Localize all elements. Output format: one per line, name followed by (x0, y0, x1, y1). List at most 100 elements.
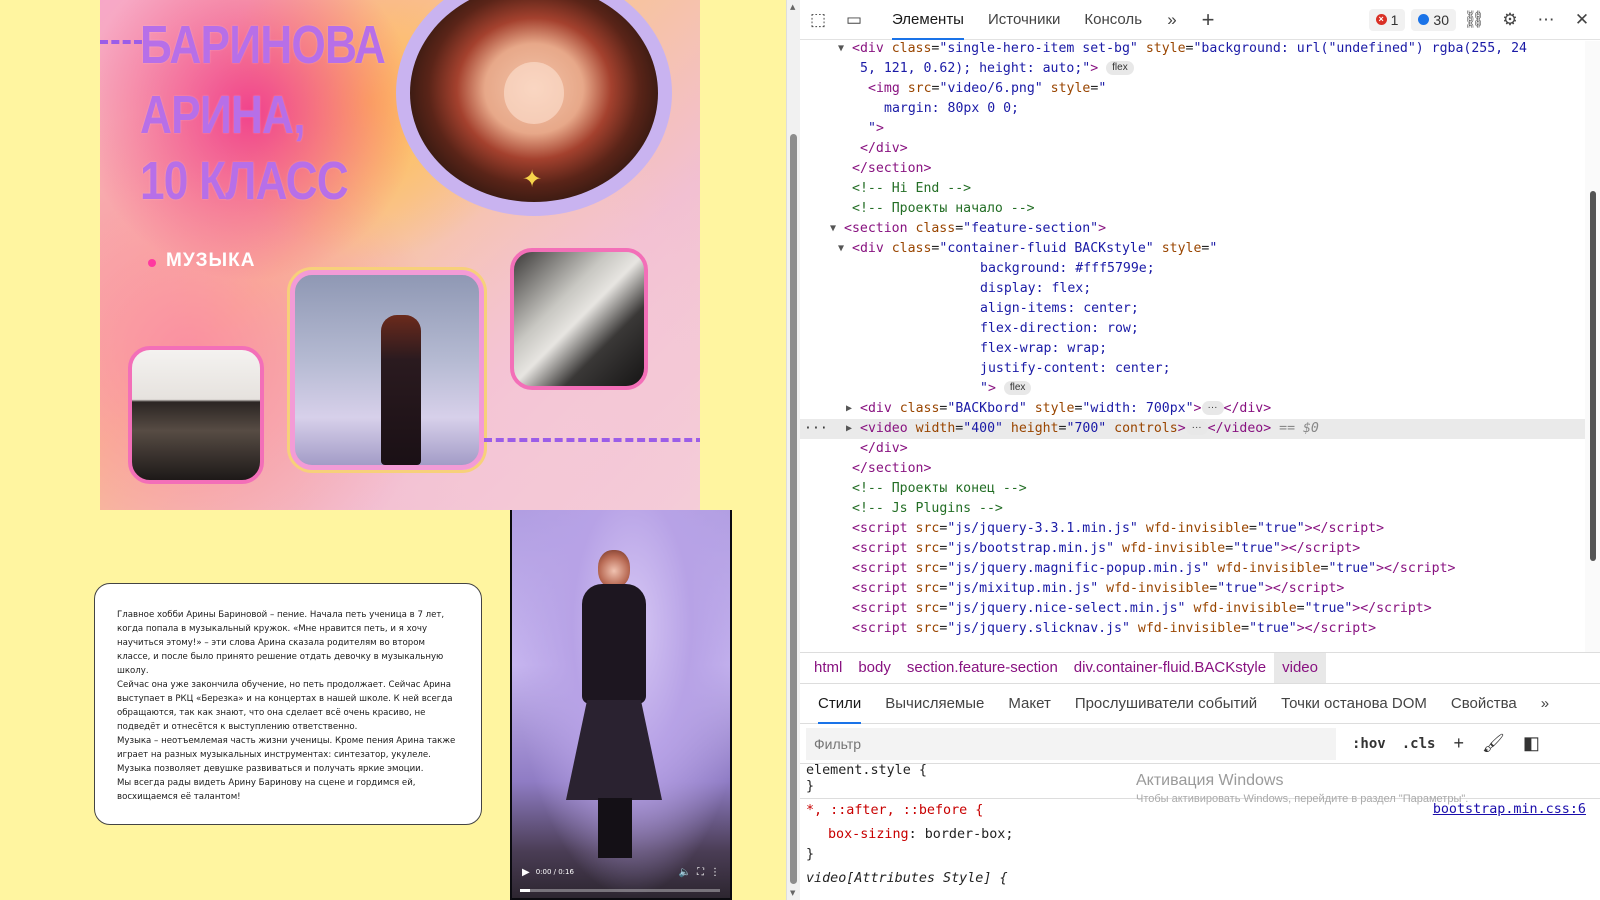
filter-input[interactable] (806, 727, 1336, 760)
dom-node[interactable]: <script src="js/bootstrap.min.js" wfd-in… (800, 539, 1585, 559)
photo-concert-hall (510, 248, 648, 390)
errors-count: 1 (1390, 11, 1399, 28)
styles-tabbar: Стили Вычисляемые Макет Прослушиватели с… (800, 684, 1600, 724)
dom-tree-scrollbar[interactable] (1585, 41, 1600, 652)
errors-badge[interactable]: × 1 (1368, 8, 1406, 31)
expand-toggle-icon[interactable]: ▶ (846, 419, 852, 439)
fullscreen-icon[interactable]: ⛶ (697, 867, 704, 878)
dom-node[interactable]: 5, 121, 0.62); height: auto;"> flex (800, 59, 1585, 79)
expand-toggle-icon[interactable]: ▼ (830, 219, 836, 239)
hov-toggle-button[interactable]: :hov (1352, 736, 1386, 752)
more-vertical-icon[interactable]: ⋮ (710, 867, 720, 878)
scroll-up-icon[interactable]: ▲ (790, 3, 795, 11)
dom-node[interactable]: </div> (800, 439, 1585, 459)
bullet-icon (148, 259, 156, 267)
expand-toggle-icon[interactable]: ▼ (838, 41, 844, 59)
breadcrumb-item[interactable]: body (850, 653, 899, 683)
dom-node[interactable]: <script src="js/jquery-3.3.1.min.js" wfd… (800, 519, 1585, 539)
breadcrumb-item[interactable]: section.feature-section (899, 653, 1066, 683)
cls-toggle-button[interactable]: .cls (1402, 736, 1436, 752)
universal-rule-selector[interactable]: *, ::after, ::before { (806, 800, 983, 822)
more-tabs-icon[interactable]: » (1529, 684, 1561, 724)
dom-node[interactable]: <!-- Проекты конец --> (800, 479, 1585, 499)
video-time: 0:00 / 0:16 (535, 868, 574, 876)
dom-node[interactable]: <!-- Js Plugins --> (800, 499, 1585, 519)
decorative-dash (100, 40, 142, 44)
dom-node[interactable]: ▼ <div class="single-hero-item set-bg" st… (800, 41, 1585, 59)
settings-gear-icon[interactable]: ⚙ (1492, 0, 1528, 40)
dom-node[interactable]: margin: 80px 0 0; (800, 99, 1585, 119)
dom-node[interactable]: <script src="js/jquery.magnific-popup.mi… (800, 559, 1585, 579)
add-tab-icon[interactable]: + (1190, 0, 1226, 40)
element-style-rule[interactable]: element.style { (806, 764, 927, 782)
more-menu-icon[interactable]: ⋯ (1528, 0, 1564, 40)
bio-paragraph: Главное хобби Арины Бариновой – пение. Н… (117, 610, 445, 676)
tab-console[interactable]: Консоль (1072, 0, 1154, 40)
dom-node[interactable]: ▼ <section class="feature-section"> (800, 219, 1585, 239)
dom-node[interactable]: "> flex (800, 379, 1585, 399)
attributes-style-rule[interactable]: video[Attributes Style] { (806, 868, 1008, 890)
network-conditions-icon[interactable]: ⛓ (1456, 0, 1492, 40)
video-player[interactable]: ▶ 0:00 / 0:16 🔈 ⛶ ⋮ (510, 510, 732, 900)
dom-node[interactable]: <img src="video/6.png" style=" (800, 79, 1585, 99)
tab-event-listeners[interactable]: Прослушиватели событий (1063, 684, 1269, 724)
messages-count: 30 (1433, 11, 1449, 28)
close-icon[interactable]: ✕ (1564, 0, 1600, 40)
dom-tree[interactable]: ▼ <div class="single-hero-item set-bg" st… (800, 41, 1585, 652)
page-scrollbar-thumb[interactable] (790, 134, 797, 884)
dom-node[interactable]: </div> (800, 139, 1585, 159)
breadcrumb-item[interactable]: div.container-fluid.BACKstyle (1066, 653, 1274, 683)
toggle-sidebar-icon[interactable]: ◧ (1523, 733, 1540, 754)
dom-node[interactable]: display: flex; (800, 279, 1585, 299)
new-style-rule-icon[interactable]: + (1453, 733, 1464, 754)
dom-node[interactable]: <!-- Hi End --> (800, 179, 1585, 199)
scroll-down-icon[interactable]: ▼ (790, 889, 795, 897)
tab-sources[interactable]: Источники (976, 0, 1072, 40)
dom-node[interactable]: align-items: center; (800, 299, 1585, 319)
css-declaration[interactable]: box-sizing: border-box; (828, 824, 1013, 846)
video-controls: ▶ 0:00 / 0:16 🔈 ⛶ ⋮ (512, 856, 730, 888)
messages-badge[interactable]: 30 (1411, 8, 1456, 31)
breadcrumb-item-active[interactable]: video (1274, 653, 1326, 683)
dom-node[interactable]: justify-content: center; (800, 359, 1585, 379)
tab-properties[interactable]: Свойства (1439, 684, 1529, 724)
dom-node[interactable]: <script src="js/jquery.nice-select.min.j… (800, 599, 1585, 619)
dom-node[interactable]: flex-direction: row; (800, 319, 1585, 339)
breadcrumb-item[interactable]: html (806, 653, 850, 683)
video-progress-bar[interactable] (520, 889, 720, 892)
device-toolbar-icon[interactable]: ▭ (836, 0, 872, 40)
windows-activation-subtitle: Чтобы активировать Windows, перейдите в … (1136, 793, 1469, 805)
dom-node[interactable]: ▼ <div class="container-fluid BACKstyle" … (800, 239, 1585, 259)
decorative-dash (484, 438, 700, 442)
dom-node[interactable]: <script src="js/jquery.slicknav.js" wfd-… (800, 619, 1585, 639)
dom-node[interactable]: </section> (800, 459, 1585, 479)
play-icon[interactable]: ▶ (522, 867, 530, 878)
dom-node[interactable]: "> (800, 119, 1585, 139)
dom-node-selected[interactable]: ··· ▶ <video width="400" height="700" cont… (800, 419, 1585, 439)
video-progress-fill (520, 889, 530, 892)
tab-styles[interactable]: Стили (806, 684, 873, 724)
page-scrollbar[interactable]: ▲ ▼ (786, 0, 800, 900)
video-frame (512, 510, 730, 898)
tab-layout[interactable]: Макет (996, 684, 1062, 724)
inspect-element-icon[interactable]: ⬚ (800, 0, 836, 40)
dom-node[interactable]: background: #fff5799e; (800, 259, 1585, 279)
dom-node[interactable]: flex-wrap: wrap; (800, 339, 1585, 359)
tab-computed[interactable]: Вычисляемые (873, 684, 996, 724)
expand-toggle-icon[interactable]: ▼ (838, 239, 844, 259)
dom-node[interactable]: <!-- Проекты начало --> (800, 199, 1585, 219)
dom-node[interactable]: ▶ <div class="BACKbord" style="width: 700… (800, 399, 1585, 419)
css-value: border-box; (924, 827, 1014, 842)
message-icon (1418, 14, 1430, 25)
devtools-panel: ⬚ ▭ Элементы Источники Консоль » + × 1 30… (800, 0, 1600, 900)
expand-toggle-icon[interactable]: ▶ (846, 399, 852, 419)
tab-dom-breakpoints[interactable]: Точки останова DOM (1269, 684, 1439, 724)
dom-node[interactable]: <script src="js/mixitup.min.js" wfd-invi… (800, 579, 1585, 599)
dom-node[interactable]: </section> (800, 159, 1585, 179)
paint-brush-icon[interactable]: 🖌 (1482, 733, 1505, 754)
more-tabs-icon[interactable]: » (1154, 0, 1190, 40)
dom-scrollbar-thumb[interactable] (1590, 191, 1596, 561)
volume-icon[interactable]: 🔈 (679, 867, 691, 878)
tab-elements[interactable]: Элементы (880, 0, 976, 40)
video-singer (566, 550, 662, 860)
